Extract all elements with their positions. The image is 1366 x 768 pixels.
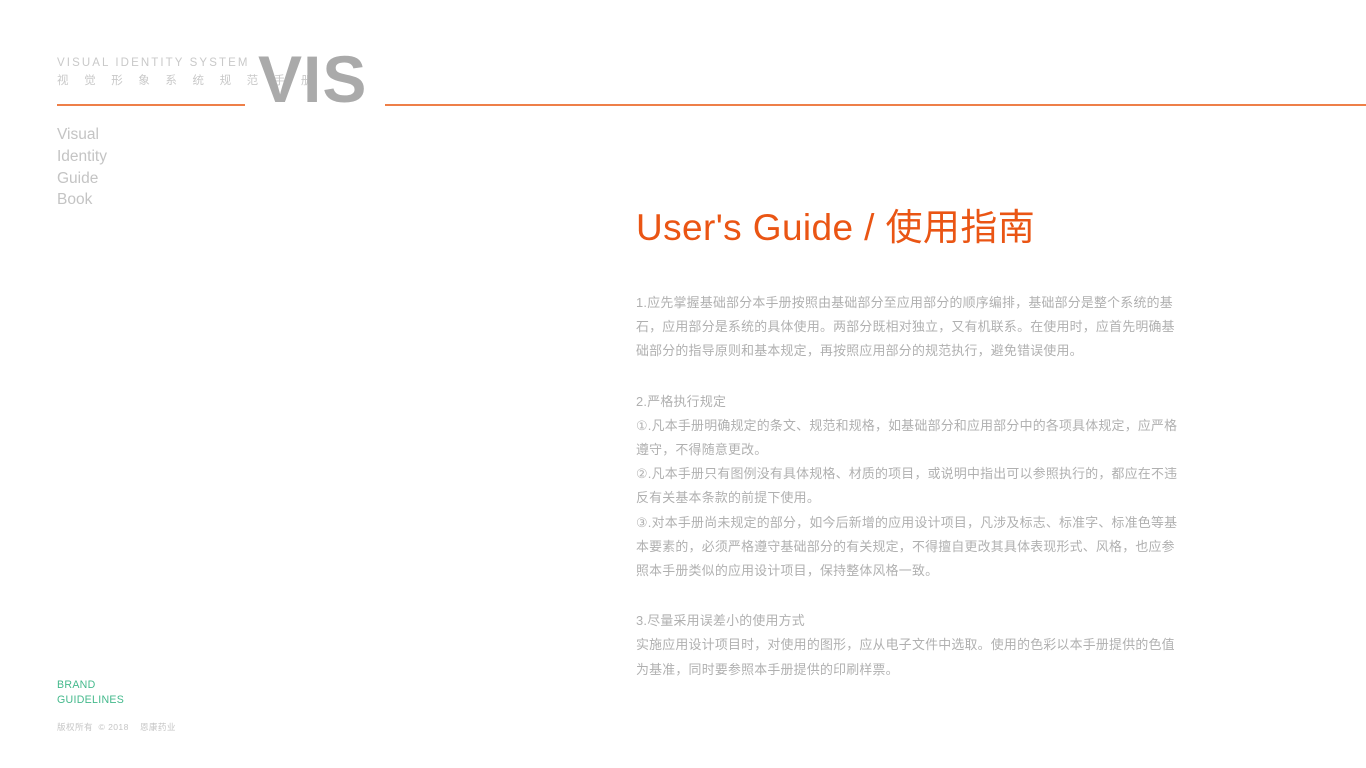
brand-guidelines-mark: BRAND GUIDELINES [57, 678, 176, 707]
footer: BRAND GUIDELINES 版权所有 © 2018 恩康药业 [57, 678, 176, 733]
masthead-title-cn: 视 觉 形 象 系 统 规 范 手 册 [57, 75, 319, 87]
masthead: VISUAL IDENTITY SYSTEM 视 觉 形 象 系 统 规 范 手… [57, 43, 1366, 115]
masthead-title-en: VISUAL IDENTITY SYSTEM [57, 57, 250, 69]
sidebar-wordmark-line-3: Guide [57, 169, 99, 187]
sidebar-wordmark-line-4: Book [57, 191, 93, 209]
brand-guidelines-line-1: BRAND [57, 679, 96, 691]
paragraph-line: 础部分的指导原则和基本规定，再按照应用部分的规范执行，避免错误使用。 [636, 343, 1083, 359]
guide-paragraph-2: 2.严格执行规定 ①.凡本手册明确规定的条文、规范和规格，如基础部分和应用部分中… [636, 390, 1240, 584]
paragraph-line: 反有关基本条款的前提下使用。 [636, 490, 820, 506]
guide-paragraph-1: 1.应先掌握基础部分本手册按照由基础部分至应用部分的顺序编排，基础部分是整个系统… [636, 291, 1240, 364]
paragraph-line: 遵守，不得随意更改。 [636, 442, 768, 458]
paragraph-line: ③.对本手册尚未规定的部分，如今后新增的应用设计项目，凡涉及标志、标准字、标准色… [636, 514, 1178, 530]
sidebar-wordmark-line-1: Visual [57, 126, 99, 143]
paragraph-line: ①.凡本手册明确规定的条文、规范和规格，如基础部分和应用部分中的各项具体规定，应… [636, 417, 1178, 433]
masthead-rule-left [57, 104, 245, 106]
sidebar-wordmark-line-2: Identity [57, 147, 107, 165]
paragraph-line: 本要素的，必须严格遵守基础部分的有关规定，不得擅自更改其具体表现形式、风格，也应… [636, 538, 1175, 554]
main-content: User's Guide / 使用指南 1.应先掌握基础部分本手册按照由基础部分… [636, 203, 1240, 682]
sidebar-wordmark: Visual Identity Guide Book [57, 124, 107, 211]
page-title: User's Guide / 使用指南 [636, 207, 1036, 248]
paragraph-line: ②.凡本手册只有图例没有具体规格、材质的项目，或说明中指出可以参照执行的，都应在… [636, 466, 1178, 482]
guide-paragraph-3: 3.尽量采用误差小的使用方式 实施应用设计项目时，对使用的图形，应从电子文件中选… [636, 609, 1240, 682]
vis-logo: VIS [258, 42, 368, 116]
paragraph-line: 2.严格执行规定 [636, 393, 727, 409]
paragraph-line: 石，应用部分是系统的具体使用。两部分既相对独立，又有机联系。在使用时，应首先明确… [636, 319, 1175, 335]
copyright-notice: 版权所有 © 2018 恩康药业 [57, 722, 176, 733]
masthead-text-block: VISUAL IDENTITY SYSTEM 视 觉 形 象 系 统 规 范 手… [57, 55, 319, 90]
paragraph-line: 为基准，同时要参照本手册提供的印刷样票。 [636, 661, 899, 677]
paragraph-line: 3.尽量采用误差小的使用方式 [636, 613, 805, 629]
brand-guidelines-line-2: GUIDELINES [57, 693, 125, 706]
paragraph-line: 照本手册类似的应用设计项目，保持整体风格一致。 [636, 563, 939, 579]
paragraph-line: 1.应先掌握基础部分本手册按照由基础部分至应用部分的顺序编排，基础部分是整个系统… [636, 295, 1173, 310]
paragraph-line: 实施应用设计项目时，对使用的图形，应从电子文件中选取。使用的色彩以本手册提供的色… [636, 637, 1175, 653]
masthead-rule-right [385, 104, 1366, 106]
